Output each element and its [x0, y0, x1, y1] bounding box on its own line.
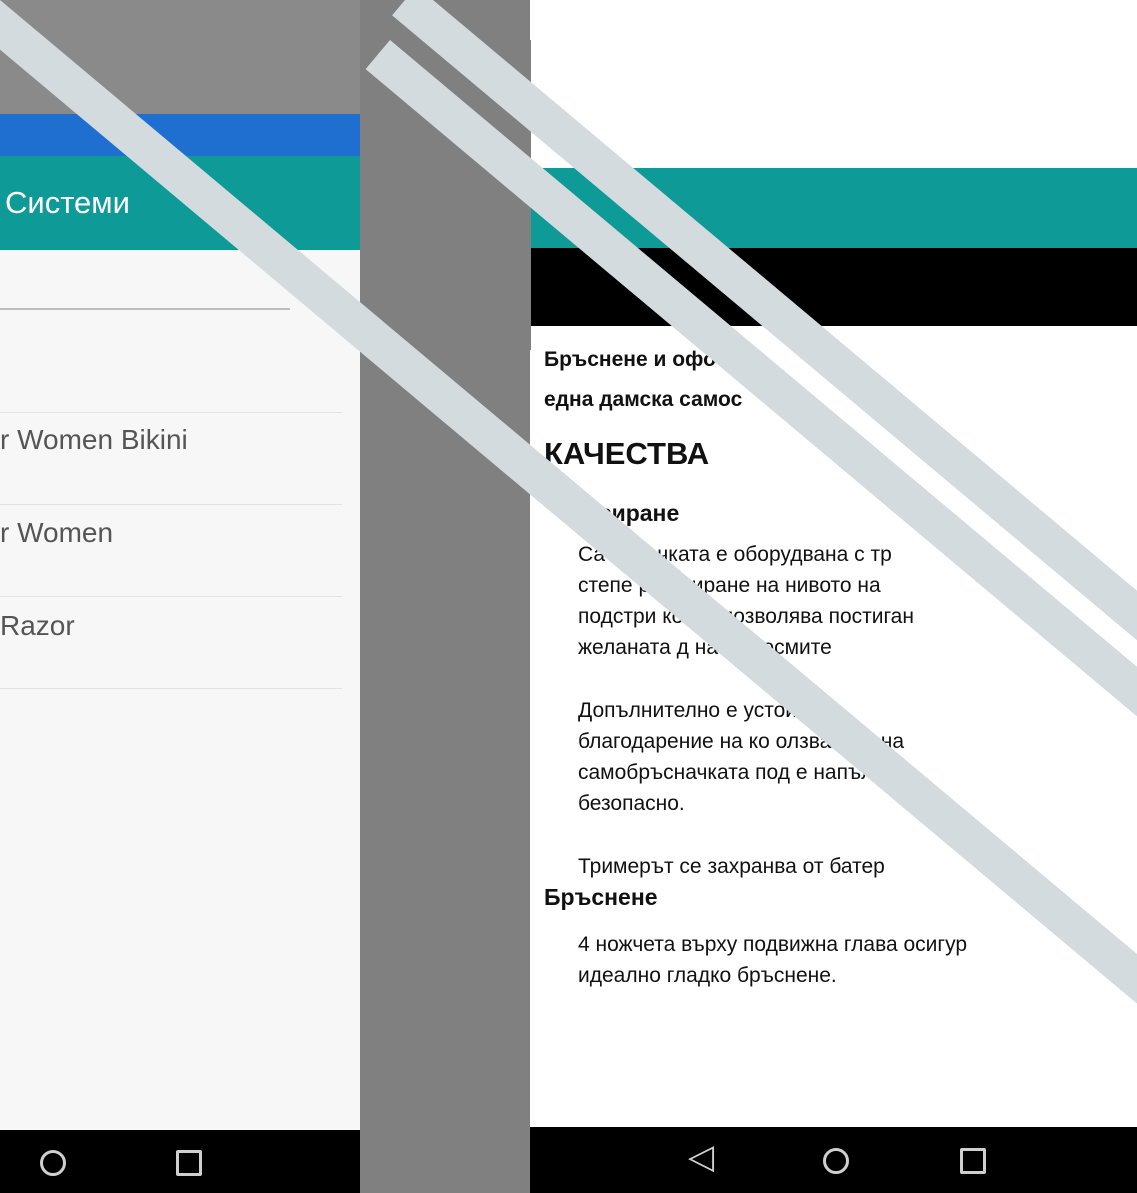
recents-icon[interactable]	[960, 1148, 986, 1174]
paragraph: 4 ножчета върху подвижна глава осигур ид…	[578, 933, 968, 987]
list-item[interactable]: r Women	[0, 517, 113, 549]
home-icon[interactable]	[40, 1150, 66, 1176]
list-divider	[0, 504, 342, 505]
list-area	[0, 250, 360, 1130]
app-title: Системи	[5, 185, 130, 220]
navigation-bar	[0, 1130, 360, 1193]
search-field-underline[interactable]	[0, 308, 290, 310]
blue-header-bar	[0, 114, 360, 156]
back-icon[interactable]: ◁	[688, 1139, 714, 1175]
list-divider	[0, 688, 342, 689]
list-divider	[0, 596, 342, 597]
list-divider	[0, 412, 342, 413]
home-icon[interactable]	[823, 1148, 849, 1174]
navigation-bar: ◁	[530, 1127, 1137, 1193]
list-item[interactable]: Razor	[0, 610, 75, 642]
list-item[interactable]: r Women Bikini	[0, 424, 188, 456]
recents-icon[interactable]	[176, 1150, 202, 1176]
